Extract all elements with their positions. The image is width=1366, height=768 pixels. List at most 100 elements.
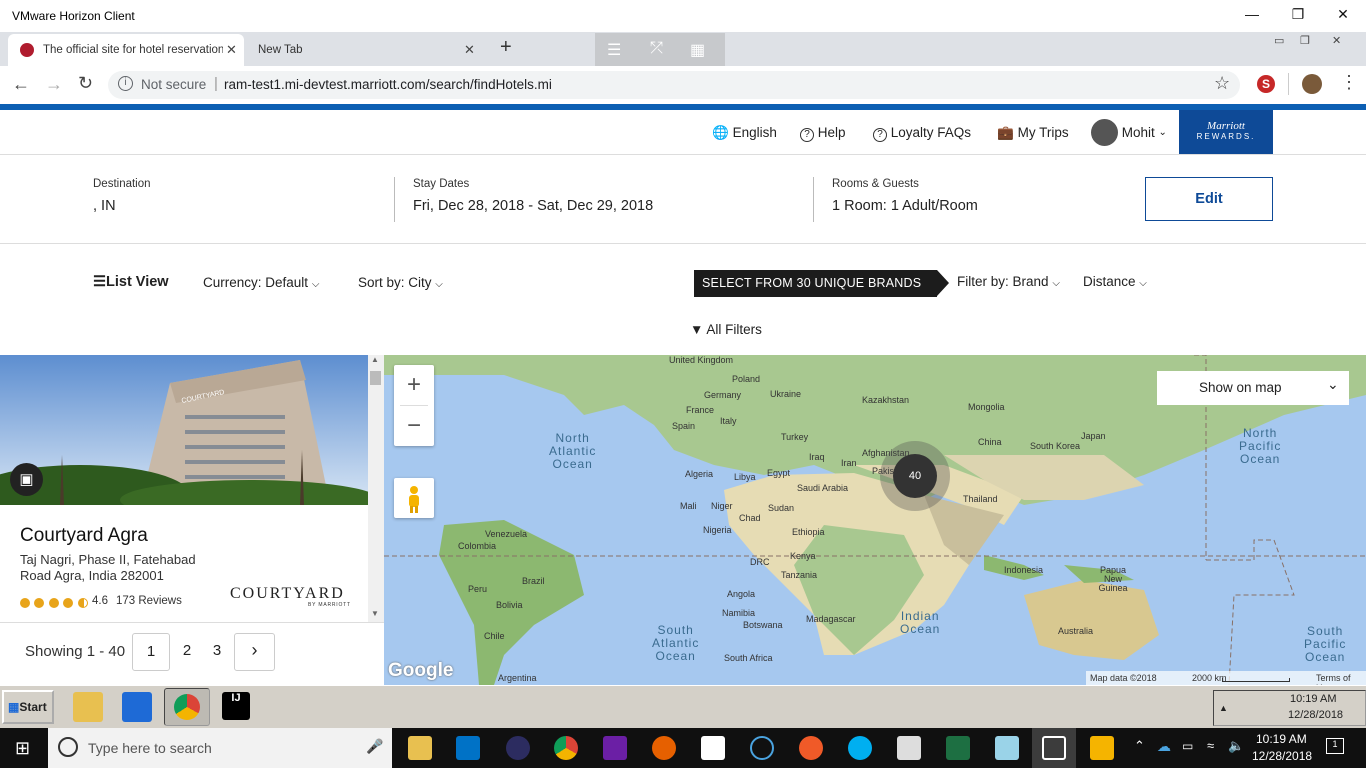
new-tab-icon[interactable]: + — [500, 36, 512, 59]
url-text[interactable]: ram-test1.mi-devtest.marriott.com/search… — [224, 77, 552, 92]
vmware-title-bar: VMware Horizon Client — ❐ ✕ — [0, 0, 1366, 32]
onedrive-icon[interactable]: ☁ — [1157, 738, 1171, 755]
close-tab-icon[interactable]: ✕ — [226, 42, 237, 58]
back-icon[interactable]: ← — [12, 74, 30, 95]
close-window-button[interactable]: ✕ — [1328, 6, 1358, 26]
terms-link[interactable]: Terms of Use — [1316, 673, 1366, 685]
reload-icon[interactable]: ↻ — [78, 73, 93, 94]
minimize-button[interactable]: — — [1237, 6, 1267, 26]
menu-icon[interactable]: ☰ — [607, 40, 621, 60]
vmware-horizon-taskbar-button[interactable] — [1032, 728, 1076, 768]
tab-marriott[interactable]: The official site for hotel reservation … — [8, 34, 244, 66]
forward-icon[interactable]: → — [45, 74, 63, 95]
hotel-photo-art: COURTYARD — [0, 355, 368, 505]
chevron-down-icon: ⌵ — [1139, 278, 1147, 289]
distance-dropdown[interactable]: Distance ⌵ — [1083, 274, 1147, 289]
scroll-up-icon[interactable]: ▲ — [371, 355, 379, 364]
my-trips-link[interactable]: 💼 My Trips — [997, 125, 1069, 141]
map[interactable]: North Atlantic Ocean South Atlantic Ocea… — [384, 355, 1366, 685]
hotel-cluster-marker[interactable]: 40 — [893, 454, 937, 498]
chrome-taskbar-button[interactable] — [164, 688, 210, 726]
vm-close-icon[interactable]: ✕ — [1332, 34, 1341, 47]
place-label: South Korea — [1030, 441, 1081, 451]
sort-dropdown[interactable]: Sort by: City ⌵ — [358, 275, 443, 290]
divider — [1288, 73, 1289, 95]
omnibox[interactable]: i Not secure | ram-test1.mi-devtest.marr… — [108, 71, 1240, 99]
clock-time[interactable]: 10:19 AM — [1256, 732, 1307, 746]
next-page-icon[interactable]: › — [234, 633, 275, 671]
hotel-name[interactable]: Courtyard Agra — [20, 525, 148, 547]
close-tab-icon[interactable]: ✕ — [464, 42, 475, 58]
volume-muted-icon[interactable]: 🔈 — [1228, 738, 1244, 754]
tray-expand-icon[interactable]: ▲ — [1219, 703, 1228, 713]
sticky-notes-icon[interactable] — [701, 736, 725, 760]
list-scrollbar[interactable]: ▲ ▼ — [368, 355, 384, 623]
info-icon[interactable]: i — [118, 76, 133, 91]
search-box[interactable]: Type here to search 🎤 — [48, 728, 392, 768]
disconnect-icon[interactable]: ⤱ — [650, 40, 663, 58]
chrome-icon[interactable] — [554, 736, 578, 760]
microphone-icon[interactable]: 🎤 — [366, 738, 383, 755]
cortana-icon[interactable] — [750, 736, 774, 760]
tray-expand-icon[interactable]: ⌃ — [1134, 738, 1145, 754]
map-attribution-bar: Map data ©2018 2000 km Terms of Use — [1086, 671, 1366, 685]
vm-minimize-icon[interactable]: ▭ — [1274, 34, 1284, 47]
skype-icon[interactable] — [848, 736, 872, 760]
show-on-map-dropdown[interactable]: Show on map ⌄ — [1157, 371, 1349, 405]
wifi-icon[interactable]: ≈ — [1207, 738, 1214, 753]
intellij-icon[interactable] — [603, 736, 627, 760]
brands-banner[interactable]: SELECT FROM 30 UNIQUE BRANDS — [694, 270, 949, 297]
firefox-icon[interactable] — [652, 736, 676, 760]
lock-icon[interactable] — [1090, 736, 1114, 760]
file-explorer-icon[interactable] — [408, 736, 432, 760]
all-filters-button[interactable]: ▼ All Filters — [690, 322, 762, 337]
hotel-photo[interactable]: COURTYARD ▣ — [0, 355, 368, 505]
intellij-icon[interactable]: IJ — [222, 692, 250, 720]
loyalty-faqs-link[interactable]: ? Loyalty FAQs — [873, 125, 971, 142]
media-player-icon[interactable] — [122, 692, 152, 722]
user-menu[interactable]: Mohit ⌄ — [1091, 119, 1167, 146]
gallery-icon[interactable]: ▣ — [10, 463, 43, 496]
marriott-rewards-logo[interactable]: Marriott REWARDS. — [1179, 110, 1273, 154]
scroll-down-icon[interactable]: ▼ — [371, 609, 379, 618]
zoom-out-icon[interactable]: − — [394, 406, 434, 446]
photos-icon[interactable] — [897, 736, 921, 760]
bookmark-star-icon[interactable]: ☆ — [1214, 73, 1230, 94]
browser-menu-icon[interactable]: ⋮ — [1340, 72, 1358, 93]
currency-dropdown[interactable]: Currency: Default ⌵ — [203, 275, 319, 290]
page-2-button[interactable]: 2 — [176, 633, 198, 671]
language-link[interactable]: 🌐 English — [712, 125, 777, 141]
site-header: 🌐 English ? Help ? Loyalty FAQs 💼 My Tri… — [0, 110, 1366, 155]
reviews-link[interactable]: 173 Reviews — [116, 595, 182, 607]
clock-date[interactable]: 12/28/2018 — [1252, 749, 1312, 763]
tab-new-tab[interactable]: New Tab ✕ — [250, 34, 486, 66]
restore-button[interactable]: ❐ — [1283, 6, 1313, 26]
postman-icon[interactable] — [799, 736, 823, 760]
outlook-icon[interactable] — [456, 736, 480, 760]
zoom-in-icon[interactable]: + — [394, 365, 434, 405]
windows-start-icon[interactable]: ⊞ — [15, 738, 30, 759]
filter-brand-dropdown[interactable]: Filter by: Brand ⌵ — [957, 274, 1060, 289]
vm-restore-icon[interactable]: ❐ — [1300, 34, 1310, 47]
list-view-label: List View — [106, 274, 169, 290]
app-icon[interactable] — [995, 736, 1019, 760]
extension-icon[interactable]: S — [1257, 75, 1275, 93]
street-view-pegman-icon[interactable] — [394, 478, 434, 518]
scroll-thumb[interactable] — [370, 371, 381, 385]
eclipse-icon[interactable] — [506, 736, 530, 760]
list-view-toggle[interactable]: ☰List View — [93, 274, 169, 290]
profile-avatar[interactable] — [1302, 74, 1322, 94]
start-button[interactable]: ▦Start — [2, 690, 54, 724]
battery-icon[interactable]: ▭ — [1182, 739, 1193, 753]
help-label: Help — [817, 125, 846, 140]
place-label: Mali — [680, 501, 697, 511]
rooms-value: 1 Room: 1 Adult/Room — [832, 198, 978, 214]
notifications-icon[interactable]: 1 — [1326, 738, 1344, 754]
excel-icon[interactable] — [946, 736, 970, 760]
page-3-button[interactable]: 3 — [206, 633, 228, 671]
help-link[interactable]: ? Help — [800, 125, 846, 142]
edit-button[interactable]: Edit — [1145, 177, 1273, 221]
file-explorer-icon[interactable] — [73, 692, 103, 722]
devices-icon[interactable]: ▦ — [690, 40, 705, 60]
page-1-button[interactable]: 1 — [132, 633, 170, 671]
